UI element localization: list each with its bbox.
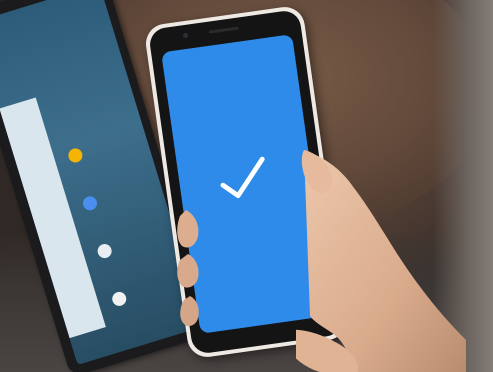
checkmark-icon bbox=[220, 156, 265, 199]
photo-scene bbox=[0, 0, 493, 372]
earpiece-speaker bbox=[208, 26, 239, 34]
app-icon bbox=[66, 146, 85, 165]
front-camera bbox=[182, 32, 189, 39]
app-icon bbox=[81, 194, 99, 212]
hand bbox=[296, 150, 466, 372]
app-icon bbox=[110, 290, 128, 308]
fingers bbox=[177, 210, 199, 326]
app-icon bbox=[95, 242, 114, 260]
